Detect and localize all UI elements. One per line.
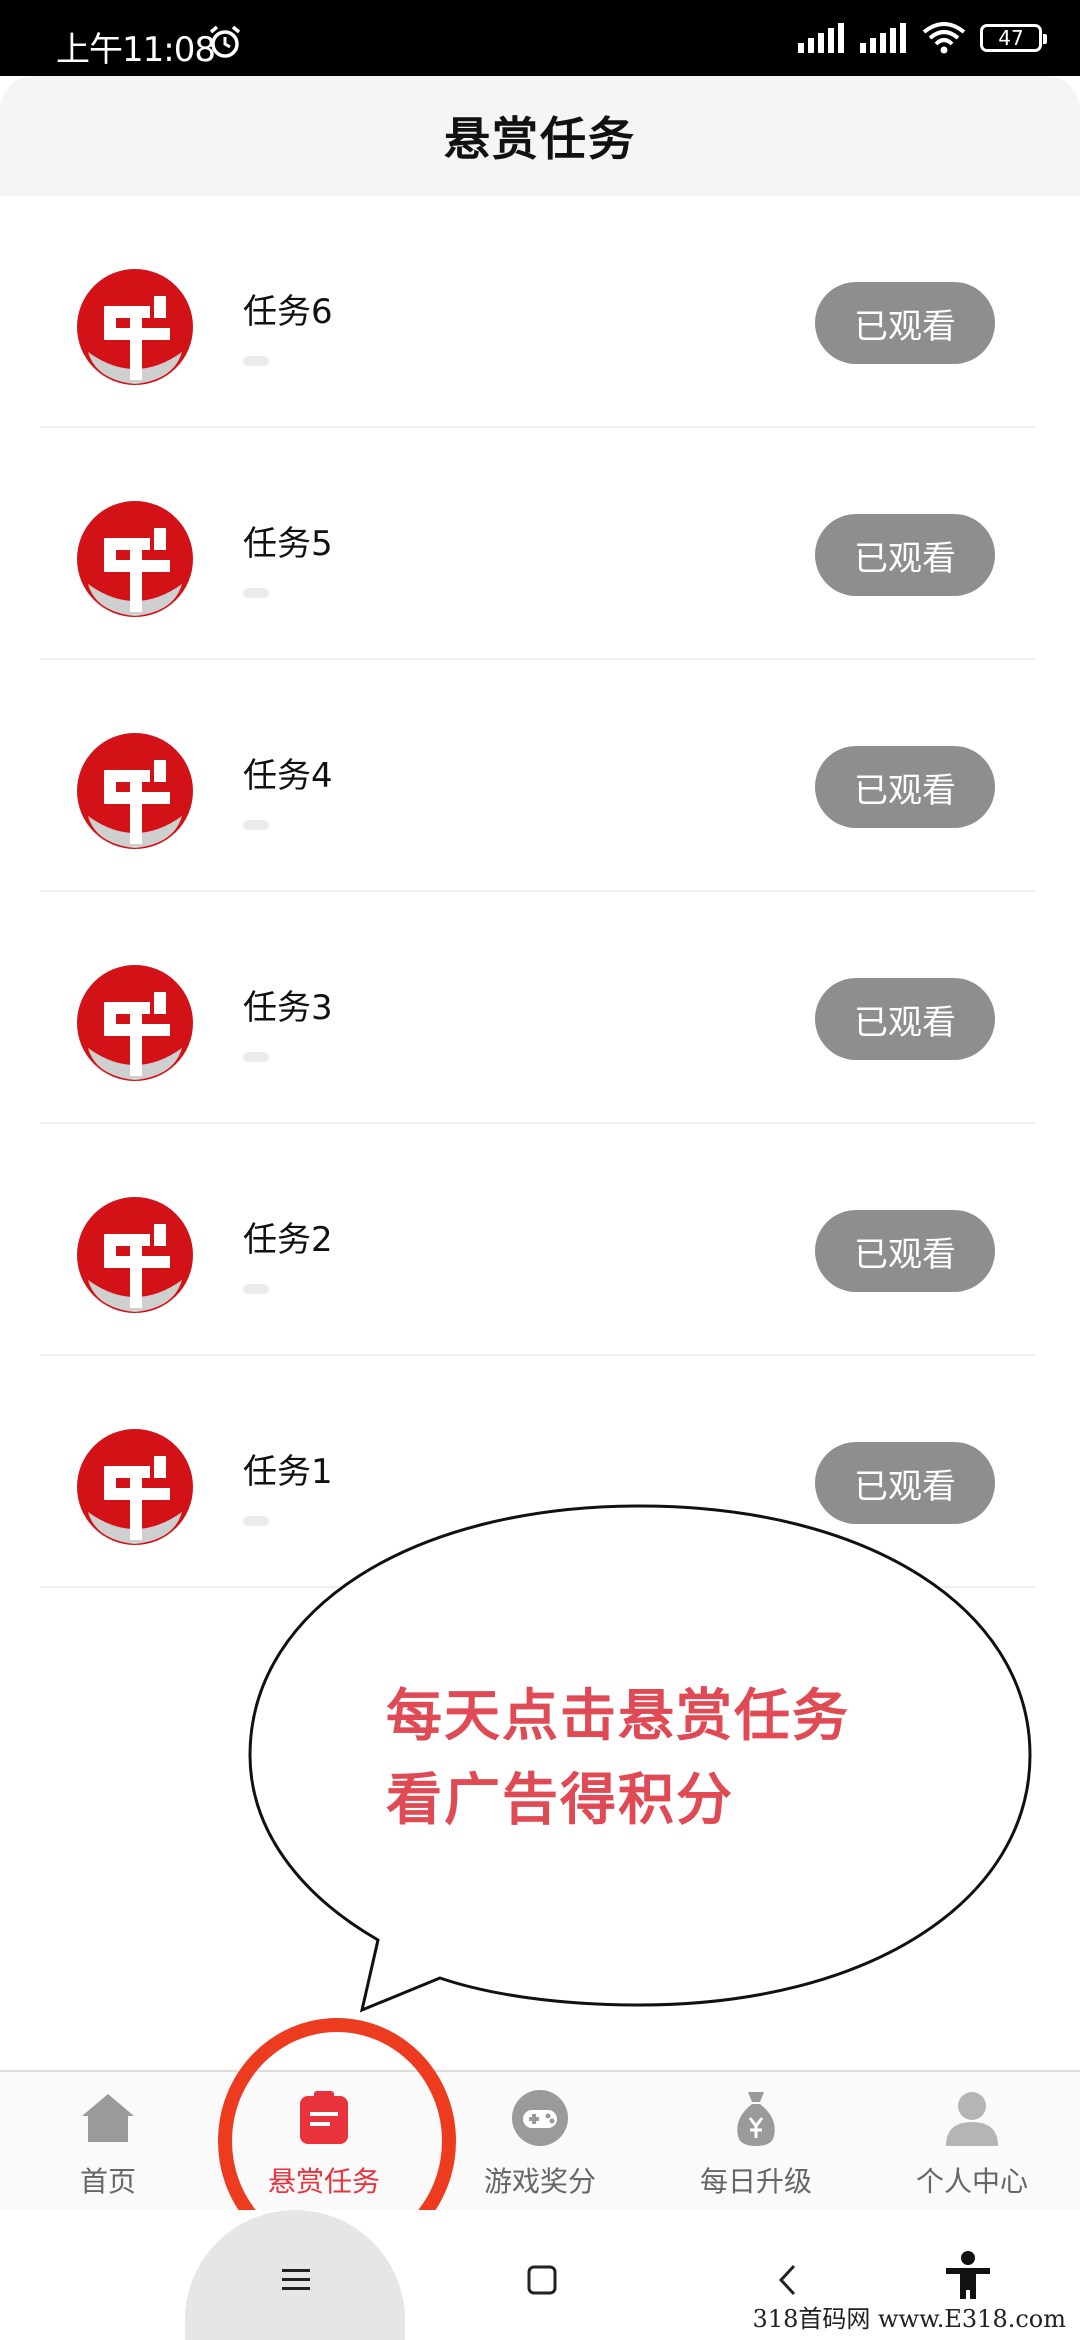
wifi-icon [922, 22, 966, 54]
callout-text: 每天点击悬赏任务 看广告得积分 [386, 1675, 850, 1843]
watermark: 318首码网 www.E318.com [748, 2299, 1070, 2334]
signal-icon [860, 23, 906, 53]
page-title: 悬赏任务 [444, 112, 636, 166]
task-subtitle-placeholder [243, 1052, 269, 1062]
alarm-icon [209, 25, 241, 58]
tab-home[interactable]: 首页 [0, 2072, 216, 2212]
watched-button[interactable]: 已观看 [815, 978, 995, 1060]
task-title: 任务3 [243, 988, 333, 1028]
watched-button[interactable]: 已观看 [815, 1210, 995, 1292]
task-title: 任务6 [243, 292, 333, 332]
gamepad-icon [512, 2090, 568, 2146]
user-icon [946, 2092, 998, 2146]
task-row[interactable]: 任务4 已观看 [40, 660, 1035, 892]
app-logo-icon [77, 1197, 193, 1313]
tab-daily-upgrade[interactable]: 每日升级 [648, 2072, 864, 2212]
task-row[interactable]: 任务3 已观看 [40, 892, 1035, 1124]
status-bar: 上午11:08 47 [0, 0, 1080, 76]
watched-button[interactable]: 已观看 [815, 514, 995, 596]
tab-label: 悬赏任务 [267, 2165, 380, 2198]
tab-tasks[interactable]: 悬赏任务 [216, 2072, 432, 2212]
app-logo-icon [77, 733, 193, 849]
page-header: 悬赏任务 [0, 76, 1080, 196]
app-logo-icon [77, 269, 193, 385]
home-nav-button[interactable] [512, 2250, 572, 2310]
tab-game-rewards[interactable]: 游戏奖分 [432, 2072, 648, 2212]
tab-profile[interactable]: 个人中心 [864, 2072, 1080, 2212]
task-row[interactable]: 任务2 已观看 [40, 1124, 1035, 1356]
task-row[interactable]: 任务6 已观看 [40, 196, 1035, 428]
task-row[interactable]: 任务5 已观看 [40, 428, 1035, 660]
task-subtitle-placeholder [243, 356, 269, 366]
task-list-icon [300, 2091, 348, 2144]
task-subtitle-placeholder [243, 1284, 269, 1294]
bottom-tab-bar: 首页 悬赏任务 游戏奖分 每日升级 个人中心 [0, 2070, 1080, 2212]
back-chevron-icon [778, 2264, 796, 2296]
watched-button[interactable]: 已观看 [815, 746, 995, 828]
watched-button[interactable]: 已观看 [815, 282, 995, 364]
battery-indicator: 47 [980, 24, 1047, 52]
app-logo-icon [77, 501, 193, 617]
tab-label: 游戏奖分 [483, 2165, 596, 2198]
tab-label: 每日升级 [699, 2165, 812, 2198]
watched-button[interactable]: 已观看 [815, 1442, 995, 1524]
callout-line: 看广告得积分 [386, 1768, 734, 1833]
task-title: 任务5 [243, 524, 333, 564]
status-time: 上午11:08 [56, 30, 216, 70]
task-title: 任务4 [243, 756, 333, 796]
money-bag-icon [737, 2092, 775, 2146]
app-logo-icon [77, 965, 193, 1081]
menu-icon [282, 2269, 310, 2290]
callout-line: 每天点击悬赏任务 [386, 1684, 850, 1749]
home-icon [82, 2094, 134, 2142]
square-icon [527, 2265, 557, 2295]
menu-button[interactable] [266, 2250, 326, 2310]
task-subtitle-placeholder [243, 820, 269, 830]
task-title: 任务1 [243, 1452, 333, 1492]
task-subtitle-placeholder [243, 588, 269, 598]
task-subtitle-placeholder [243, 1516, 269, 1526]
task-title: 任务2 [243, 1220, 333, 1260]
task-list: 任务6 已观看 任务5 已观看 任务4 已观看 任务3 已观看 任务2 已观看 … [40, 196, 1035, 1588]
tab-label: 首页 [79, 2165, 136, 2198]
tab-label: 个人中心 [915, 2165, 1028, 2198]
signal-icon [798, 23, 844, 53]
task-row[interactable]: 任务1 已观看 [40, 1356, 1035, 1588]
app-logo-icon [77, 1429, 193, 1545]
